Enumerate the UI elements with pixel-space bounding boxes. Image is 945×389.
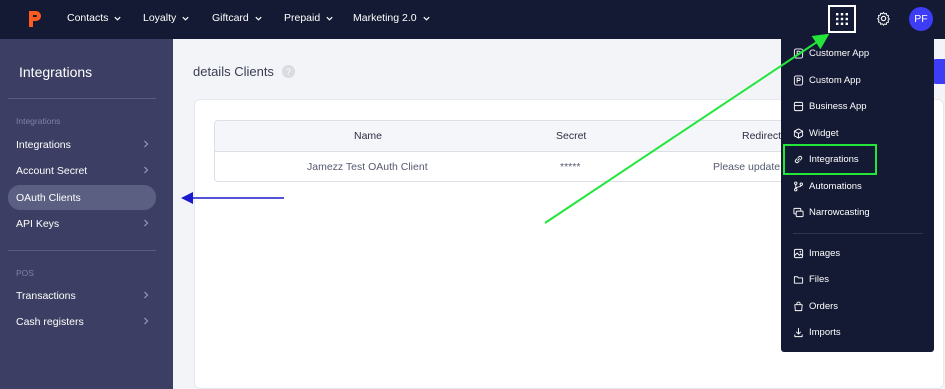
nav-contacts-label: Contacts <box>67 12 109 24</box>
chevron-down-icon <box>255 16 262 21</box>
chevron-down-icon <box>423 16 430 21</box>
menu-item-orders[interactable]: Orders <box>781 294 934 320</box>
sidebar-item-api-keys[interactable]: API Keys <box>8 211 156 236</box>
oauth-clients-table: Name Secret Redirect Jamezz Test OAuth C… <box>214 120 814 182</box>
chevron-right-icon <box>144 219 149 227</box>
page-title-text: details Clients <box>193 64 274 79</box>
app-icon <box>793 75 804 86</box>
chevron-down-icon <box>114 16 122 21</box>
nav-giftcard-label: Giftcard <box>212 12 249 24</box>
app-icon <box>793 48 804 59</box>
cell-redirect: Please update <box>713 161 781 173</box>
help-icon[interactable]: ? <box>281 65 295 78</box>
menu-item-label: Custom App <box>809 75 861 86</box>
cell-client-name: Jamezz Test OAuth Client <box>307 161 428 173</box>
menu-item-label: Imports <box>809 327 841 338</box>
sidebar-section-header-pos: POS <box>16 268 34 278</box>
folder-icon <box>793 276 804 284</box>
menu-item-files[interactable]: Files <box>781 267 934 293</box>
download-icon <box>794 327 803 338</box>
apps-dropdown-menu: Customer App Custom App Business App Wid… <box>781 35 934 352</box>
nav-prepaid-label: Prepaid <box>284 12 321 24</box>
sidebar-section-header-integrations: Integrations <box>16 116 61 126</box>
page-title: details Clients ? <box>193 64 295 79</box>
menu-item-images[interactable]: Images <box>781 241 934 267</box>
chevron-down-icon <box>326 16 333 21</box>
table-header: Name Secret Redirect <box>215 121 813 152</box>
column-header-name: Name <box>354 130 383 142</box>
menu-item-business-app[interactable]: Business App <box>781 94 934 120</box>
sidebar: Integrations Integrations Integrations A… <box>0 39 173 389</box>
menu-item-label: Images <box>809 248 841 259</box>
sidebar-item-integrations[interactable]: Integrations <box>8 132 156 157</box>
cell-client-secret: ***** <box>560 161 581 173</box>
menu-item-label: Narrowcasting <box>809 207 870 218</box>
apps-grid-icon <box>836 13 848 25</box>
shopping-bag-icon <box>794 301 803 312</box>
screens-icon <box>793 207 804 218</box>
nav-prepaid[interactable]: Prepaid <box>284 12 334 24</box>
sidebar-item-account-secret[interactable]: Account Secret <box>8 158 156 183</box>
briefcase-icon <box>793 101 804 112</box>
nav-loyalty-label: Loyalty <box>143 12 177 24</box>
brand-logo[interactable] <box>26 8 44 30</box>
chevron-right-icon <box>144 140 149 148</box>
chevron-down-icon <box>182 16 189 21</box>
column-header-secret: Secret <box>556 130 587 142</box>
menu-item-imports[interactable]: Imports <box>781 320 934 346</box>
sidebar-item-transactions[interactable]: Transactions <box>8 283 156 308</box>
gear-icon[interactable] <box>876 11 891 26</box>
avatar-initials: PF <box>914 13 928 25</box>
sidebar-item-oauth-clients[interactable]: OAuth Clients <box>8 185 156 210</box>
menu-item-customer-app[interactable]: Customer App <box>781 41 934 67</box>
branch-icon <box>794 181 803 192</box>
menu-item-label: Automations <box>809 181 862 192</box>
menu-item-label: Orders <box>809 301 839 312</box>
chevron-right-icon <box>144 291 149 299</box>
column-header-redirect: Redirect <box>742 130 782 142</box>
nav-marketing[interactable]: Marketing 2.0 <box>353 12 431 24</box>
sidebar-item-label: Transactions <box>16 289 76 302</box>
sidebar-item-label: API Keys <box>16 217 60 230</box>
menu-item-label: Files <box>809 274 830 285</box>
menu-item-label: Business App <box>809 101 867 112</box>
sidebar-item-label: Cash registers <box>16 315 84 328</box>
apps-grid-button[interactable] <box>828 5 856 33</box>
chevron-right-icon <box>144 317 149 325</box>
sidebar-item-label: Account Secret <box>16 164 88 177</box>
menu-item-custom-app[interactable]: Custom App <box>781 68 934 94</box>
menu-item-label: Customer App <box>809 48 870 59</box>
nav-marketing-label: Marketing 2.0 <box>353 12 417 24</box>
nav-loyalty[interactable]: Loyalty <box>143 12 190 24</box>
nav-contacts[interactable]: Contacts <box>67 12 122 24</box>
integrations-highlight-box <box>783 144 877 175</box>
menu-item-narrowcasting[interactable]: Narrowcasting <box>781 200 934 226</box>
image-icon <box>793 248 804 259</box>
sidebar-divider <box>8 250 156 251</box>
sidebar-item-label: OAuth Clients <box>16 191 81 204</box>
sidebar-item-label: Integrations <box>16 138 71 151</box>
nav-giftcard[interactable]: Giftcard <box>212 12 263 24</box>
user-avatar[interactable]: PF <box>909 7 933 31</box>
sidebar-item-cash-registers[interactable]: Cash registers <box>8 309 156 334</box>
top-navigation-bar: Contacts Loyalty Giftcard Prepaid Market… <box>0 0 945 39</box>
sidebar-divider <box>8 98 156 99</box>
help-icon-glyph: ? <box>285 66 291 77</box>
menu-item-label: Widget <box>809 128 839 139</box>
menu-item-automations[interactable]: Automations <box>781 174 934 200</box>
menu-divider <box>793 233 923 234</box>
chevron-right-icon <box>144 166 149 174</box>
sidebar-title: Integrations <box>19 64 93 80</box>
cube-icon <box>793 128 804 139</box>
